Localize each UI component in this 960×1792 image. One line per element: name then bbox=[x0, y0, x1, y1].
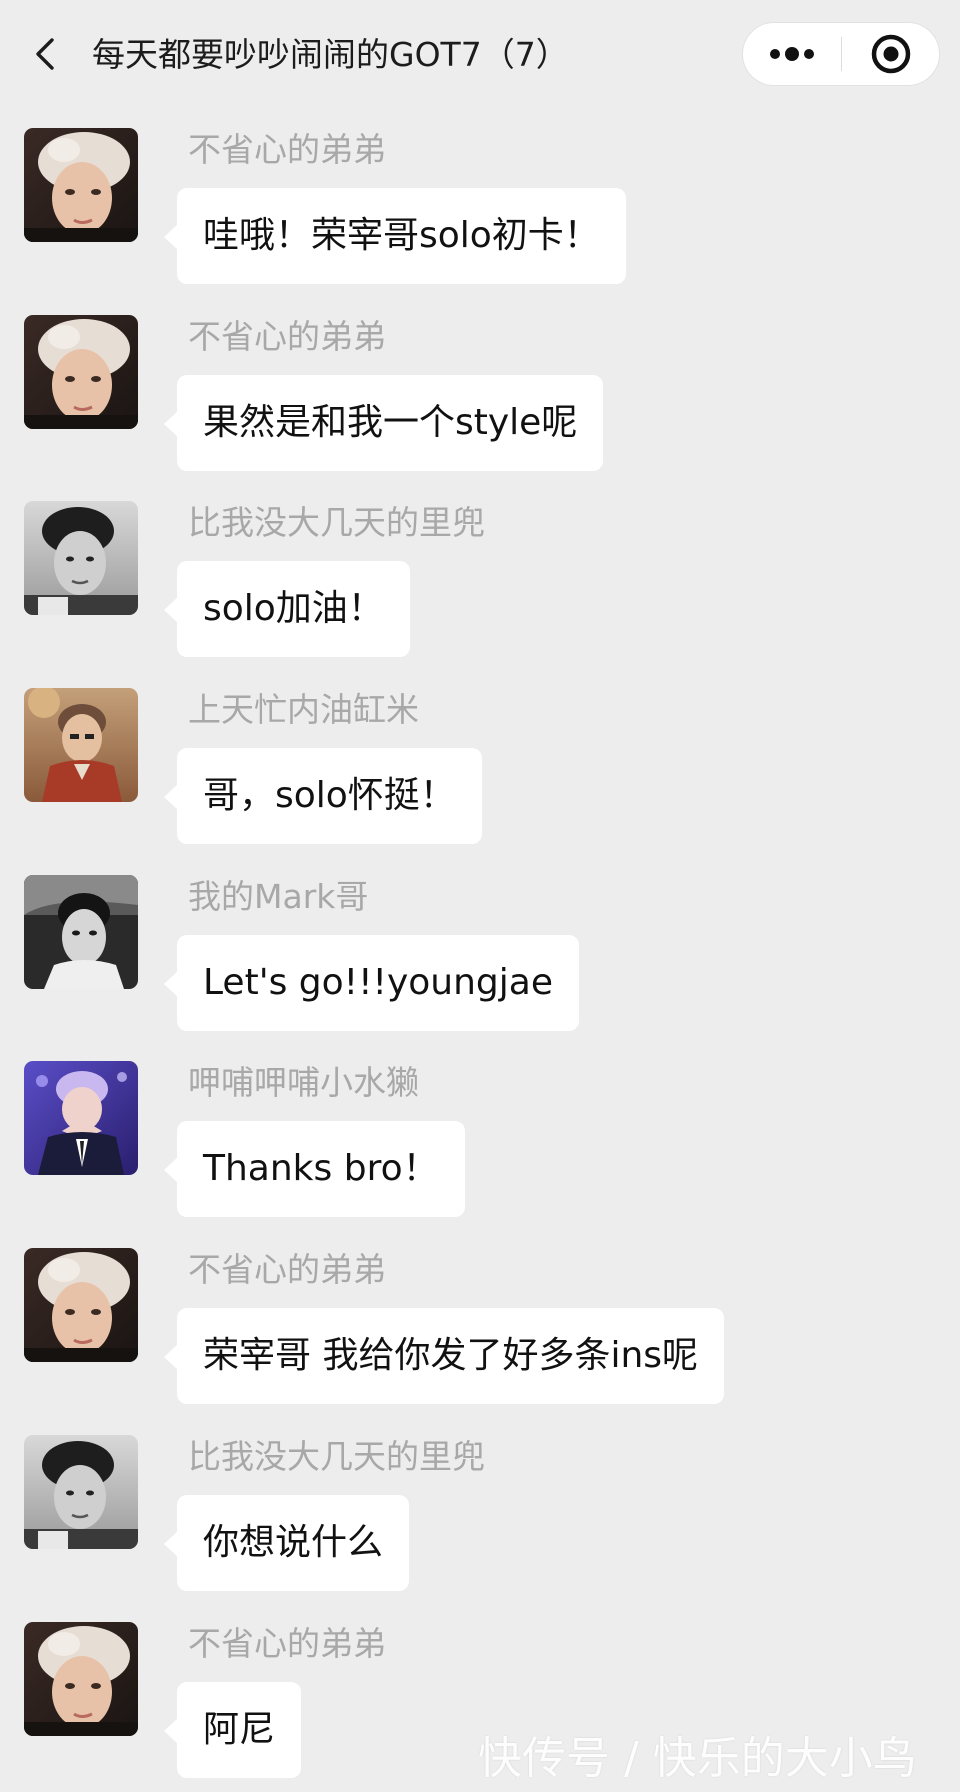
sender-name: 比我没大几天的里兜 bbox=[188, 1436, 485, 1476]
sender-name: 不省心的弟弟 bbox=[188, 316, 386, 356]
purple-stage-avatar[interactable] bbox=[24, 1061, 138, 1176]
message-bubble[interactable]: 哥，solo怀挺！ bbox=[164, 748, 482, 845]
sender-name: 呷哺呷哺小水獭 bbox=[188, 1063, 419, 1103]
monochrome-portrait-avatar[interactable] bbox=[24, 501, 138, 616]
watermark: 快传号 / 快乐的大小鸟 bbox=[478, 1733, 917, 1784]
sender-name: 不省心的弟弟 bbox=[188, 1623, 386, 1663]
message-bubble[interactable]: 你想说什么 bbox=[163, 1494, 410, 1591]
chat-title: 每天都要吵吵闹闹的GOT7（7） bbox=[92, 35, 569, 74]
sender-name: 比我没大几天的里兜 bbox=[188, 503, 485, 543]
message-bubble[interactable]: 果然是和我一个style呢 bbox=[163, 374, 604, 471]
message-item: 不省心的弟弟 果然是和我一个style呢 bbox=[0, 297, 960, 484]
close-button[interactable] bbox=[842, 23, 940, 85]
sender-name: 上天忙内油缸米 bbox=[188, 690, 419, 730]
message-item: 比我没大几天的里兜 你想说什么 bbox=[0, 1417, 960, 1604]
message-item: 比我没大几天的里兜 solo加油！ bbox=[0, 483, 960, 670]
back-button[interactable] bbox=[26, 30, 66, 78]
black-white-car-avatar[interactable] bbox=[24, 874, 138, 989]
platinum-hair-avatar[interactable] bbox=[24, 128, 138, 242]
target-circle-icon bbox=[871, 34, 911, 74]
platinum-hair-avatar[interactable] bbox=[24, 1248, 138, 1363]
message-bubble[interactable]: 哇哦！荣宰哥solo初卡！ bbox=[164, 188, 626, 284]
message-bubble[interactable]: 阿尼 bbox=[163, 1681, 302, 1778]
message-item: 不省心的弟弟 哇哦！荣宰哥solo初卡！ bbox=[0, 110, 960, 297]
platinum-hair-avatar[interactable] bbox=[24, 1621, 138, 1736]
navigation-bar: 每天都要吵吵闹闹的GOT7（7） bbox=[0, 0, 960, 110]
monochrome-portrait-avatar[interactable] bbox=[24, 1434, 138, 1549]
message-item: 呷哺呷哺小水獭 Thanks bro！ bbox=[0, 1043, 960, 1230]
message-bubble[interactable]: Let's go!!!youngjae bbox=[164, 934, 579, 1031]
message-bubble[interactable]: solo加油！ bbox=[164, 561, 410, 658]
message-bubble[interactable]: 荣宰哥 我给你发了好多条ins呢 bbox=[163, 1308, 725, 1405]
brown-sweater-avatar[interactable] bbox=[24, 688, 138, 803]
message-item: 不省心的弟弟 荣宰哥 我给你发了好多条ins呢 bbox=[0, 1230, 960, 1417]
sender-name: 我的Mark哥 bbox=[188, 876, 369, 916]
more-button[interactable] bbox=[743, 23, 841, 85]
message-list[interactable]: 不省心的弟弟 哇哦！荣宰哥solo初卡！ 不省心的弟弟 果然是和我一个style… bbox=[0, 110, 960, 1790]
more-dots-icon bbox=[770, 47, 814, 61]
message-bubble[interactable]: Thanks bro！ bbox=[164, 1121, 465, 1218]
sender-name: 不省心的弟弟 bbox=[188, 1250, 386, 1290]
mini-program-capsule bbox=[742, 22, 940, 86]
chevron-left-icon bbox=[36, 38, 54, 70]
message-item: 我的Mark哥 Let's go!!!youngjae bbox=[0, 857, 960, 1044]
platinum-hair-avatar[interactable] bbox=[24, 314, 138, 429]
sender-name: 不省心的弟弟 bbox=[188, 130, 386, 169]
message-item: 上天忙内油缸米 哥，solo怀挺！ bbox=[0, 670, 960, 857]
